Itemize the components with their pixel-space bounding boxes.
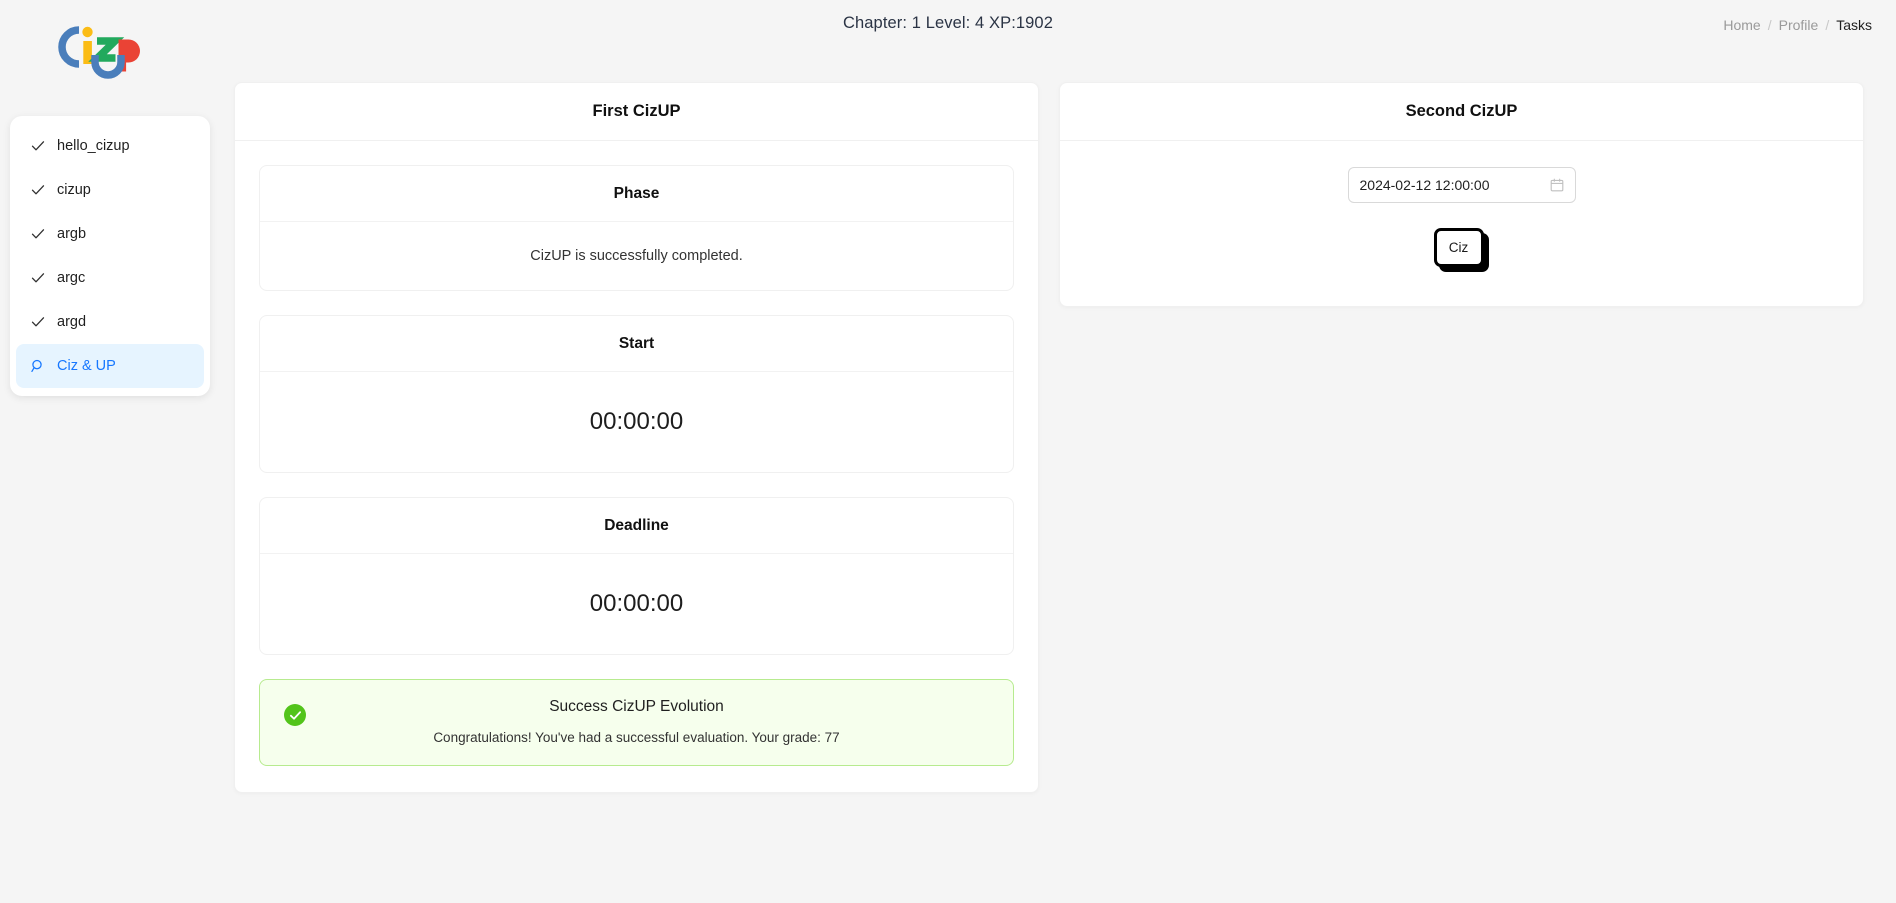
breadcrumb-item-profile[interactable]: Profile xyxy=(1779,17,1819,33)
second-cizup-card: Second CizUP 2024-02-12 12:00:00 Ciz xyxy=(1059,82,1864,307)
success-alert-title: Success CizUP Evolution xyxy=(549,698,724,715)
start-value: 00:00:00 xyxy=(589,408,684,435)
cizup-logo[interactable] xyxy=(57,22,141,84)
sidebar-item-cizup[interactable]: cizup xyxy=(16,168,204,212)
check-circle-icon xyxy=(284,704,306,726)
check-icon xyxy=(30,271,45,286)
second-cizup-body: 2024-02-12 12:00:00 Ciz xyxy=(1060,141,1863,306)
deadline-title: Deadline xyxy=(260,498,1013,554)
sidebar-item-label: cizup xyxy=(57,182,91,198)
right-column: Second CizUP 2024-02-12 12:00:00 Ciz xyxy=(1059,82,1864,307)
second-cizup-title: Second CizUP xyxy=(1060,83,1863,141)
breadcrumb-separator: / xyxy=(1825,17,1830,33)
main-content: First CizUP Phase CizUP is successfully … xyxy=(234,82,1872,793)
date-input[interactable]: 2024-02-12 12:00:00 xyxy=(1347,167,1576,203)
first-cizup-body: Phase CizUP is successfully completed. S… xyxy=(235,141,1038,792)
check-icon xyxy=(30,227,45,242)
check-icon xyxy=(30,139,45,154)
calendar-icon[interactable] xyxy=(1550,178,1564,192)
first-cizup-card: First CizUP Phase CizUP is successfully … xyxy=(234,82,1039,793)
phase-value: CizUP is successfully completed. xyxy=(530,248,743,264)
check-icon xyxy=(30,183,45,198)
cizup-logo-icon xyxy=(58,26,140,79)
sidebar-item-hello-cizup[interactable]: hello_cizup xyxy=(16,124,204,168)
sidebar-item-argb[interactable]: argb xyxy=(16,212,204,256)
sidebar-item-label: argd xyxy=(57,314,87,330)
breadcrumb-item-tasks[interactable]: Tasks xyxy=(1836,17,1872,33)
success-alert: Success CizUP Evolution Congratulations!… xyxy=(259,679,1014,766)
breadcrumb-item-home[interactable]: Home xyxy=(1723,17,1760,33)
breadcrumb-separator: / xyxy=(1767,17,1772,33)
page-title: Chapter: 1 Level: 4 XP:1902 xyxy=(842,14,1053,32)
sidebar-item-label: argc xyxy=(57,270,86,286)
sidebar-item-argc[interactable]: argc xyxy=(16,256,204,300)
ciz-button-wrapper: Ciz xyxy=(1433,228,1490,272)
breadcrumb: Home / Profile / Tasks xyxy=(1723,17,1872,33)
first-cizup-title: First CizUP xyxy=(235,83,1038,141)
phase-section: Phase CizUP is successfully completed. xyxy=(259,165,1014,291)
deadline-section: Deadline 00:00:00 xyxy=(259,497,1014,655)
start-title: Start xyxy=(260,316,1013,372)
sidebar-item-label: Ciz & UP xyxy=(57,358,116,374)
check-icon xyxy=(30,315,45,330)
top-bar: Chapter: 1 Level: 4 XP:1902 Home / Profi… xyxy=(0,0,1896,56)
sidebar: hello_cizup cizup argb argc argd Ciz & U… xyxy=(10,116,210,396)
start-section: Start 00:00:00 xyxy=(259,315,1014,473)
sidebar-item-ciz-and-up[interactable]: Ciz & UP xyxy=(16,344,204,388)
search-icon xyxy=(30,359,45,374)
date-input-value[interactable]: 2024-02-12 12:00:00 xyxy=(1360,177,1550,193)
deadline-value: 00:00:00 xyxy=(589,590,684,617)
sidebar-item-label: argb xyxy=(57,226,87,242)
ciz-submit-button[interactable]: Ciz xyxy=(1433,228,1484,267)
left-column: First CizUP Phase CizUP is successfully … xyxy=(234,82,1039,793)
phase-title: Phase xyxy=(260,166,1013,222)
sidebar-item-label: hello_cizup xyxy=(57,138,130,154)
sidebar-item-argd[interactable]: argd xyxy=(16,300,204,344)
success-alert-description: Congratulations! You've had a successful… xyxy=(433,730,840,745)
